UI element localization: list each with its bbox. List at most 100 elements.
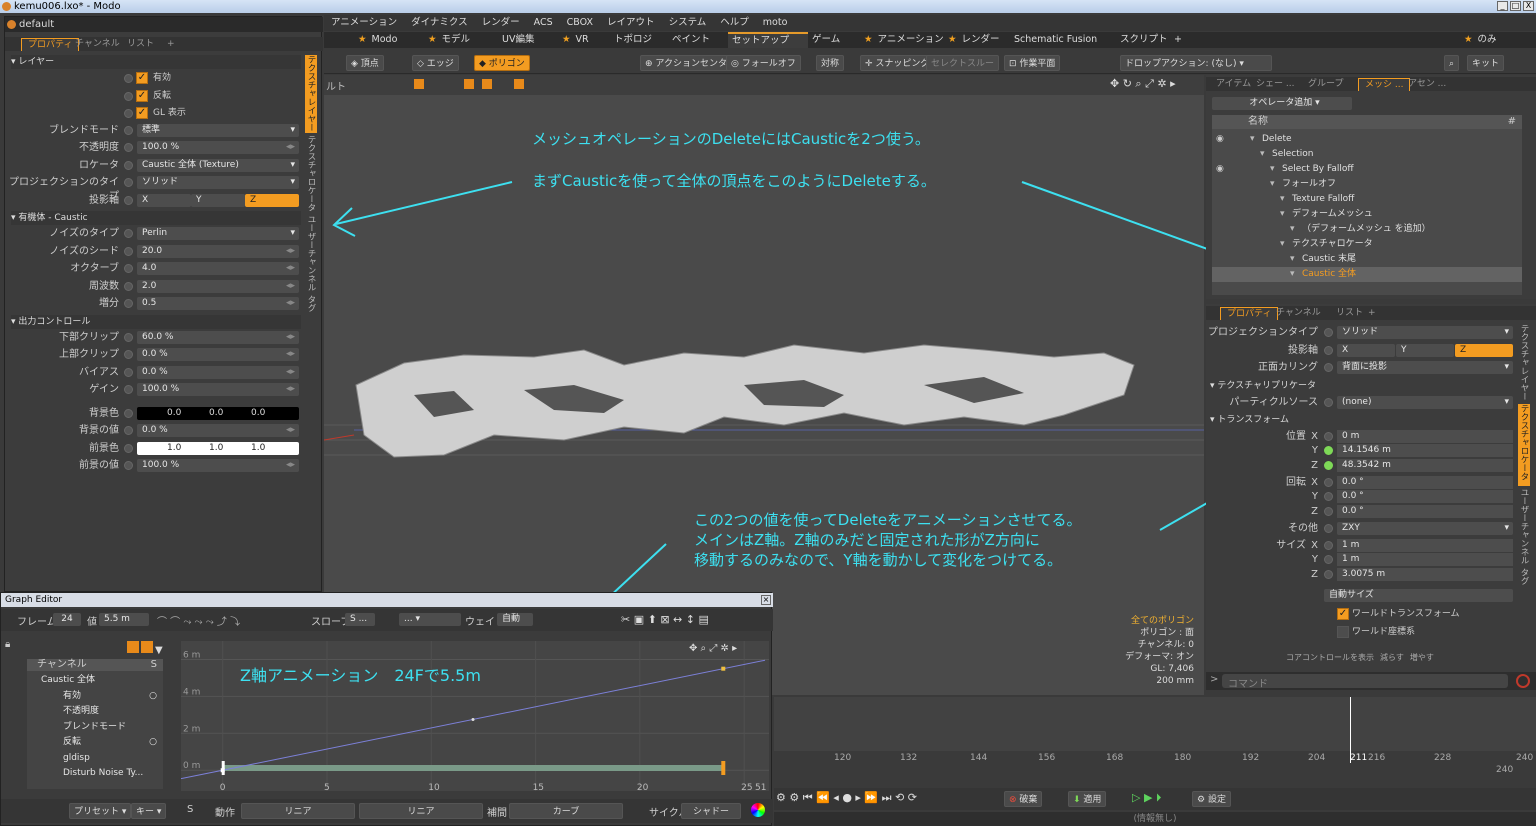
item-panel-tab[interactable]: アセン ... [1402,78,1452,91]
tree-item[interactable]: ▾ Caustic 全体 [1212,267,1522,282]
side-tab[interactable]: テクスチャレイヤー [1518,324,1530,402]
checkbox[interactable] [1337,625,1349,638]
record-icon[interactable] [1516,674,1530,688]
value-field[interactable]: 5.5 m [99,613,149,626]
footer-link[interactable]: 減らす [1380,653,1404,662]
axis-option[interactable]: Z [1455,343,1513,357]
play-icons[interactable]: ▷ ▶ ⏵ [1132,791,1161,805]
key-range-bar[interactable] [222,765,724,771]
command-input[interactable]: コマンド [1222,674,1508,690]
tab-channels[interactable]: チャンネル [1270,307,1327,320]
rotation-x-field[interactable]: 0.0 ° [1337,475,1513,489]
view-mode-icons[interactable]: ▼ [127,641,173,656]
channel-dot[interactable] [1324,363,1333,372]
side-tab[interactable]: テクスチャロケータ [1518,404,1530,486]
section-header[interactable]: ▾ テクスチャリプリケータ [1210,379,1510,393]
channel-dot[interactable] [1324,506,1333,516]
position-x-field[interactable]: 0 m [1337,429,1513,443]
tree-item[interactable]: ▾ デフォームメッシュ [1212,207,1522,222]
axis-option[interactable]: X [1337,343,1395,357]
frame-field[interactable]: 24 [53,613,81,626]
channel-item[interactable]: 有効 ○ [27,689,163,704]
size-y-field[interactable]: 1 m [1337,553,1513,566]
state-icon[interactable]: ○ [149,689,157,704]
edit-icons[interactable]: ✂ ▣ ⬆ ⊠ ↔ ↕ ▤ [621,613,709,626]
current-frame-marker[interactable] [721,761,726,775]
keyframe-point[interactable] [220,768,225,773]
tree-item[interactable]: ▾ フォールオフ [1212,177,1522,192]
shadow-dropdown[interactable]: シャドー [681,803,741,819]
slope-dropdown[interactable]: S ... [345,613,375,626]
tangent-icons[interactable]: ⌒ ⌒ ⤳ ⤳ ⤳ ⤴ ⤵ [157,613,240,628]
value-field[interactable]: ソリッド ▾ [1337,326,1513,339]
tree-item[interactable]: ▾ テクスチャロケータ [1212,237,1522,252]
discard-button[interactable]: ⊗ 破棄 [1004,791,1043,807]
channel-item[interactable]: gldisp [27,751,163,766]
channel-item[interactable]: ブレンドモード [27,720,163,735]
channel-item[interactable]: Disturb Noise Ty... [27,766,163,781]
tree-item[interactable]: ▾ （デフォームメッシュ を追加） [1212,222,1522,237]
weight-dropdown[interactable]: 自動 [497,613,533,626]
side-tab[interactable]: ユーザーチャンネル [1518,488,1530,566]
tree-item[interactable]: ▾ Selection [1212,147,1522,162]
timeline[interactable]: 120 132 144 156 168 180 192 204 211 216 228 240 240 [774,695,1536,785]
transport-icons[interactable]: ⚙ ⚙ ⏮ ⏪ ◂ ● ▸ ⏩ ⏭ ⟲ ⟳ [776,791,917,805]
channel-dot[interactable] [1324,555,1333,564]
footer-link[interactable]: 増やす [1410,653,1434,662]
start-marker[interactable] [221,761,225,775]
color-wheel-icon[interactable] [751,803,765,817]
value-field[interactable]: ZXY ▾ [1337,521,1513,535]
channel-dot[interactable] [1324,431,1333,441]
channel-dot[interactable] [1324,523,1333,533]
channel-item[interactable]: 反転 ○ [27,735,163,750]
side-tab[interactable]: タグ [1518,568,1530,598]
key-dropdown[interactable]: キー ▾ [131,803,167,819]
eye-icon[interactable]: ◉ [1216,162,1224,177]
channel-dot[interactable] [1324,397,1333,407]
tab-add[interactable]: + [1362,307,1382,320]
add-operator-dropdown[interactable]: オペレータ追加 ▾ [1212,97,1352,110]
curve-dropdown[interactable]: カーブ [509,803,623,819]
timeline-track[interactable] [774,697,1536,751]
value-field[interactable]: (none) ▾ [1337,395,1513,409]
eye-icon[interactable]: ◉ [1216,132,1224,147]
section-header[interactable]: ▾ トランスフォーム [1210,413,1510,427]
state-icon[interactable]: ○ [149,735,157,750]
close-button[interactable]: × [761,595,771,605]
settings-button[interactable]: ⚙ 設定 [1192,791,1231,807]
post-behavior-dropdown[interactable]: リニア [359,803,483,819]
channel-dot[interactable] [1324,569,1333,579]
autosize-button[interactable]: 自動サイズ [1324,588,1513,602]
item-panel-tab[interactable]: シェー ... [1250,78,1300,91]
size-x-field[interactable]: 1 m [1337,538,1513,552]
apply-button[interactable]: ⬇ 適用 [1068,791,1107,807]
lock-icon[interactable]: 🔒︎ [5,639,21,650]
item-panel-tab[interactable]: グループ [1302,78,1349,91]
pre-behavior-dropdown[interactable]: リニア [241,803,355,819]
position-y-field[interactable]: 14.1546 m [1337,444,1513,457]
position-z-field[interactable]: 48.3542 m [1337,458,1513,472]
channel-dot[interactable] [1324,540,1333,550]
checkbox[interactable]: ✓ [1337,607,1349,620]
rotation-z-field[interactable]: 0.0 ° [1337,504,1513,518]
graph-side-icons[interactable]: 🔒︎ [5,639,21,789]
tree-item[interactable]: ▾ Caustic 末尾 [1212,252,1522,267]
channel-item[interactable]: 不透明度 [27,704,163,719]
channel-item[interactable]: Caustic 全体 [27,673,163,688]
tree-item[interactable]: ▾ Texture Falloff [1212,192,1522,207]
tree-item[interactable]: ◉ ▾ Delete [1212,132,1522,147]
channel-dot[interactable] [1324,477,1333,487]
channel-dot[interactable] [1324,492,1333,501]
value-field[interactable]: 背面に投影 ▾ [1337,361,1513,374]
size-z-field[interactable]: 3.0075 m [1337,567,1513,581]
channel-dot[interactable] [1324,446,1333,455]
rotation-y-field[interactable]: 0.0 ° [1337,490,1513,503]
tree-item[interactable]: ◉ ▾ Select By Falloff [1212,162,1522,177]
preset-dropdown[interactable]: プリセット ▾ [69,803,132,819]
graph-nav-icons[interactable]: ✥ ⌕ ⤢ ✲ ▸ [689,643,737,654]
axis-option[interactable]: Y [1396,343,1454,357]
footer-link[interactable]: コアコントロールを表示 [1286,653,1374,662]
channel-dot[interactable] [1324,345,1333,355]
channel-dot[interactable] [1324,328,1333,337]
slope-value-dropdown[interactable]: ... ▾ [399,613,461,626]
